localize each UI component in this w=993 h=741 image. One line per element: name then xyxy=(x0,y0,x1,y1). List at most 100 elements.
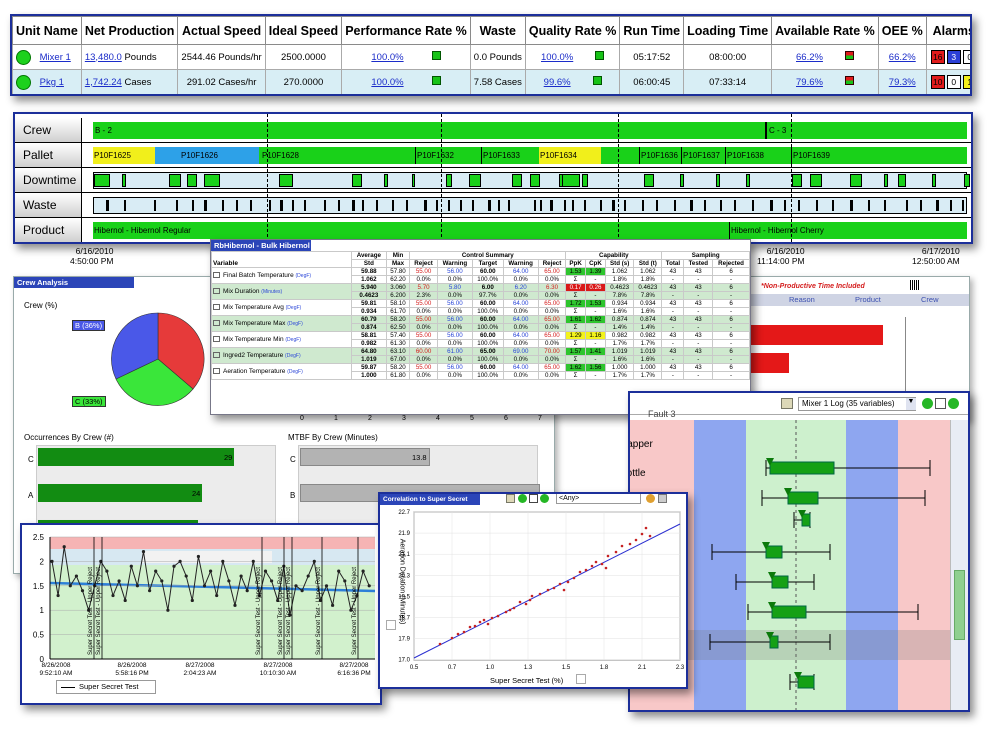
box[interactable] xyxy=(771,575,789,589)
data-point[interactable] xyxy=(184,574,188,578)
downtime-event[interactable] xyxy=(716,174,720,187)
data-point[interactable] xyxy=(154,569,158,573)
alarm-red-badge[interactable]: 16 xyxy=(930,50,945,64)
downtime-event[interactable] xyxy=(562,174,580,187)
waste-track[interactable] xyxy=(93,197,967,214)
waste-event[interactable] xyxy=(920,200,922,211)
waste-event[interactable] xyxy=(406,200,408,211)
data-point[interactable] xyxy=(572,576,576,580)
chart-icon[interactable] xyxy=(213,336,220,343)
waste-event[interactable] xyxy=(600,200,602,211)
data-point[interactable] xyxy=(221,559,225,563)
pallet-track[interactable]: P10F1625 P10F1626 P10F1628 P10F1632 P10F… xyxy=(93,147,967,164)
data-point[interactable] xyxy=(438,642,442,646)
data-point[interactable] xyxy=(178,559,182,563)
pallet-segment[interactable]: P10F1632 xyxy=(415,147,479,164)
data-point[interactable] xyxy=(490,616,494,620)
print-icon[interactable] xyxy=(658,494,667,503)
data-point[interactable] xyxy=(105,569,109,573)
downtime-event[interactable] xyxy=(884,174,888,187)
data-point[interactable] xyxy=(496,614,500,618)
data-point[interactable] xyxy=(129,564,133,568)
data-point[interactable] xyxy=(594,560,598,564)
data-point[interactable] xyxy=(518,600,522,604)
waste-event[interactable] xyxy=(292,200,294,211)
data-point[interactable] xyxy=(546,588,550,592)
downtime-event[interactable] xyxy=(680,174,684,187)
waste-event[interactable] xyxy=(250,200,252,211)
avail-link[interactable]: 79.6% xyxy=(796,77,823,88)
data-point[interactable] xyxy=(74,574,78,578)
crew-pie-chart[interactable] xyxy=(110,311,206,407)
waste-event[interactable] xyxy=(376,200,378,211)
box[interactable] xyxy=(797,675,815,689)
reason-bar[interactable] xyxy=(747,325,883,345)
waste-event[interactable] xyxy=(798,200,800,211)
data-point[interactable] xyxy=(648,534,652,538)
variable-cell[interactable]: Mix Temperature Avg (DegF) xyxy=(211,299,352,316)
product-track[interactable]: Hibernol - Hibernol Regular Hibernol - H… xyxy=(93,222,967,239)
data-point[interactable] xyxy=(123,598,127,603)
downtime-event[interactable] xyxy=(850,174,862,187)
downtime-event[interactable] xyxy=(384,174,388,187)
quality-link[interactable]: 100.0% xyxy=(541,52,573,63)
data-point[interactable] xyxy=(606,554,610,558)
data-point[interactable] xyxy=(190,598,194,603)
data-point[interactable] xyxy=(640,532,644,536)
mtbf-bar-c[interactable] xyxy=(300,448,430,466)
chart-icon[interactable] xyxy=(213,288,220,295)
downtime-event[interactable] xyxy=(446,174,452,187)
data-point[interactable] xyxy=(300,589,304,593)
tab-crew[interactable]: Crew xyxy=(921,295,939,304)
waste-event[interactable] xyxy=(572,200,574,211)
data-point[interactable] xyxy=(634,538,638,542)
col-ideal-speed[interactable]: Ideal Speed xyxy=(264,16,343,45)
waste-event[interactable] xyxy=(704,200,706,211)
sigma-icon[interactable]: Σ xyxy=(565,339,586,348)
col-waste[interactable]: Waste xyxy=(469,16,526,45)
waste-event[interactable] xyxy=(720,200,722,211)
checkbox[interactable] xyxy=(576,674,586,684)
product-segment[interactable]: Hibernol - Hibernol Regular xyxy=(93,222,727,239)
data-point[interactable] xyxy=(361,569,365,573)
data-point[interactable] xyxy=(312,559,316,563)
waste-event[interactable] xyxy=(362,200,364,211)
occ-bar-a[interactable] xyxy=(38,484,202,502)
data-point[interactable] xyxy=(462,630,466,634)
waste-event[interactable] xyxy=(734,200,736,211)
crew-track[interactable]: B - 2 C - 3 xyxy=(93,122,967,139)
downtime-event[interactable] xyxy=(644,174,654,187)
data-point[interactable] xyxy=(504,610,508,614)
window-icon[interactable] xyxy=(935,398,946,409)
variable-select[interactable]: <Any> xyxy=(556,494,641,504)
waste-event[interactable] xyxy=(564,200,566,211)
waste-event[interactable] xyxy=(770,200,773,211)
waste-event[interactable] xyxy=(850,200,853,211)
data-point[interactable] xyxy=(482,618,486,622)
waste-event[interactable] xyxy=(424,200,427,211)
downtime-event[interactable] xyxy=(187,174,197,187)
pallet-segment[interactable]: P10F1625 xyxy=(93,147,155,164)
data-point[interactable] xyxy=(614,550,618,554)
box[interactable] xyxy=(771,605,807,619)
data-point[interactable] xyxy=(50,559,54,563)
tab-reason[interactable]: Reason xyxy=(789,295,815,304)
alarm-white-badge[interactable]: 0 xyxy=(962,50,970,64)
alarm-red-badge[interactable]: 10 xyxy=(930,75,945,89)
waste-event[interactable] xyxy=(816,200,818,211)
data-point[interactable] xyxy=(512,606,516,610)
data-point[interactable] xyxy=(530,594,534,598)
waste-event[interactable] xyxy=(269,200,271,211)
waste-event[interactable] xyxy=(436,200,438,211)
downtime-event[interactable] xyxy=(204,174,220,187)
oee-link[interactable]: 66.2% xyxy=(889,52,916,63)
downtime-event[interactable] xyxy=(746,174,750,187)
waste-event[interactable] xyxy=(884,200,886,211)
data-point[interactable] xyxy=(552,586,556,590)
data-point[interactable] xyxy=(478,620,482,624)
downtime-event[interactable] xyxy=(279,174,293,187)
waste-event[interactable] xyxy=(906,200,908,211)
data-point[interactable] xyxy=(343,579,347,583)
waste-event[interactable] xyxy=(448,200,450,211)
col-average[interactable]: Average xyxy=(351,251,387,260)
